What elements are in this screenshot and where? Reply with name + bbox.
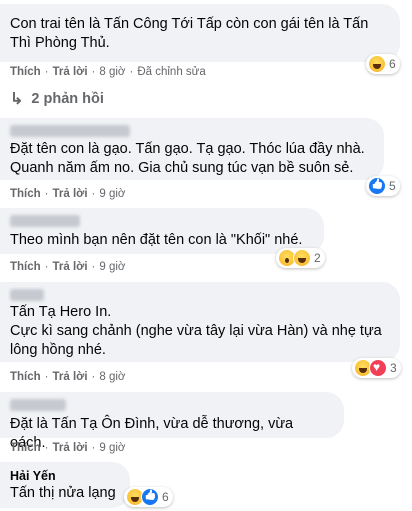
haha-icon bbox=[368, 55, 386, 73]
love-icon bbox=[369, 359, 387, 377]
author-name-redacted bbox=[10, 215, 80, 227]
comment-actions: Thích · Trả lời · 8 giờ · Đã chỉnh sửa bbox=[10, 66, 206, 78]
comment-text: Tấn thị nửa lạng bbox=[10, 485, 116, 501]
reaction-summary[interactable]: 5 bbox=[366, 176, 400, 196]
reaction-count: 2 bbox=[314, 251, 321, 265]
author-name-redacted bbox=[10, 125, 130, 137]
comment-bubble: Hải Yến Tấn thị nửa lạng bbox=[0, 462, 130, 508]
like-link[interactable]: Thích bbox=[10, 371, 41, 383]
comment-text: Thì Phòng Thủ. bbox=[10, 35, 110, 51]
timestamp[interactable]: 9 giờ bbox=[99, 442, 125, 454]
reply-link[interactable]: Trả lời bbox=[53, 442, 88, 454]
like-link[interactable]: Thích bbox=[10, 188, 41, 200]
timestamp[interactable]: 8 giờ bbox=[99, 371, 125, 383]
reply-link[interactable]: Trả lời bbox=[53, 371, 88, 383]
comment-text: Quanh năm ấm no. Gia chủ sung túc vạn bề… bbox=[10, 160, 354, 176]
timestamp[interactable]: 8 giờ bbox=[99, 66, 125, 78]
author-name[interactable]: Hải Yến bbox=[10, 469, 118, 484]
like-link[interactable]: Thích bbox=[10, 66, 41, 78]
reaction-count: 5 bbox=[389, 179, 396, 193]
reaction-count: 6 bbox=[162, 490, 169, 504]
author-name-redacted bbox=[10, 399, 66, 411]
comment-text: Theo mình bạn nên đặt tên con là "Khối" … bbox=[10, 232, 303, 248]
like-icon bbox=[141, 488, 159, 506]
comment-text: Con trai tên là Tấn Công Tới Tấp còn con… bbox=[10, 16, 369, 32]
reaction-summary[interactable]: 6 bbox=[124, 487, 173, 507]
like-icon bbox=[368, 177, 386, 195]
comment-bubble: Đặt tên con là gạo. Tấn gạo. Tạ gạo. Thó… bbox=[0, 118, 384, 180]
comment-actions: Thích · Trả lời · 8 giờ bbox=[10, 371, 126, 383]
reaction-count: 3 bbox=[390, 361, 397, 375]
reaction-summary[interactable]: 2 bbox=[276, 248, 325, 268]
comment-text: lông hồng nhé. bbox=[10, 342, 106, 358]
timestamp[interactable]: 9 giờ bbox=[99, 261, 125, 273]
reply-link[interactable]: Trả lời bbox=[53, 188, 88, 200]
comment-actions: Thích · Trả lời · 9 giờ bbox=[10, 442, 126, 454]
comment-actions: Thích · Trả lời · 9 giờ bbox=[10, 188, 126, 200]
haha-icon bbox=[293, 249, 311, 267]
edited-label: Đã chỉnh sửa bbox=[137, 66, 206, 78]
comment-bubble: Theo mình bạn nên đặt tên con là "Khối" … bbox=[0, 208, 324, 254]
like-link[interactable]: Thích bbox=[10, 442, 41, 454]
comment-text: Tấn Tạ Hero In. bbox=[10, 304, 112, 320]
timestamp[interactable]: 9 giờ bbox=[99, 188, 125, 200]
comment-actions: Thích · Trả lời · 9 giờ bbox=[10, 261, 126, 273]
reply-link[interactable]: Trả lời bbox=[53, 261, 88, 273]
comment-bubble: Tấn Tạ Hero In. Cực kì sang chảnh (nghe … bbox=[0, 282, 400, 362]
reaction-count: 6 bbox=[389, 57, 396, 71]
reply-arrow-icon: ↳ bbox=[10, 91, 24, 108]
comment-bubble: Đặt là Tấn Tạ Ôn Đình, vừa dễ thương, vừ… bbox=[0, 392, 344, 451]
like-link[interactable]: Thích bbox=[10, 261, 41, 273]
comment-bubble: Con trai tên là Tấn Công Tới Tấp còn con… bbox=[0, 4, 400, 62]
view-replies-link[interactable]: ↳ 2 phản hồi bbox=[10, 89, 104, 109]
comment-text: Đặt tên con là gạo. Tấn gạo. Tạ gạo. Thó… bbox=[10, 141, 365, 157]
author-name-redacted bbox=[10, 289, 44, 301]
replies-label: 2 phản hồi bbox=[31, 91, 104, 107]
reaction-summary[interactable]: 3 bbox=[352, 358, 401, 378]
reaction-summary[interactable]: 6 bbox=[366, 54, 400, 74]
comment-text: Cực kì sang chảnh (nghe vừa tây lại vừa … bbox=[10, 323, 382, 339]
reply-link[interactable]: Trả lời bbox=[53, 66, 88, 78]
